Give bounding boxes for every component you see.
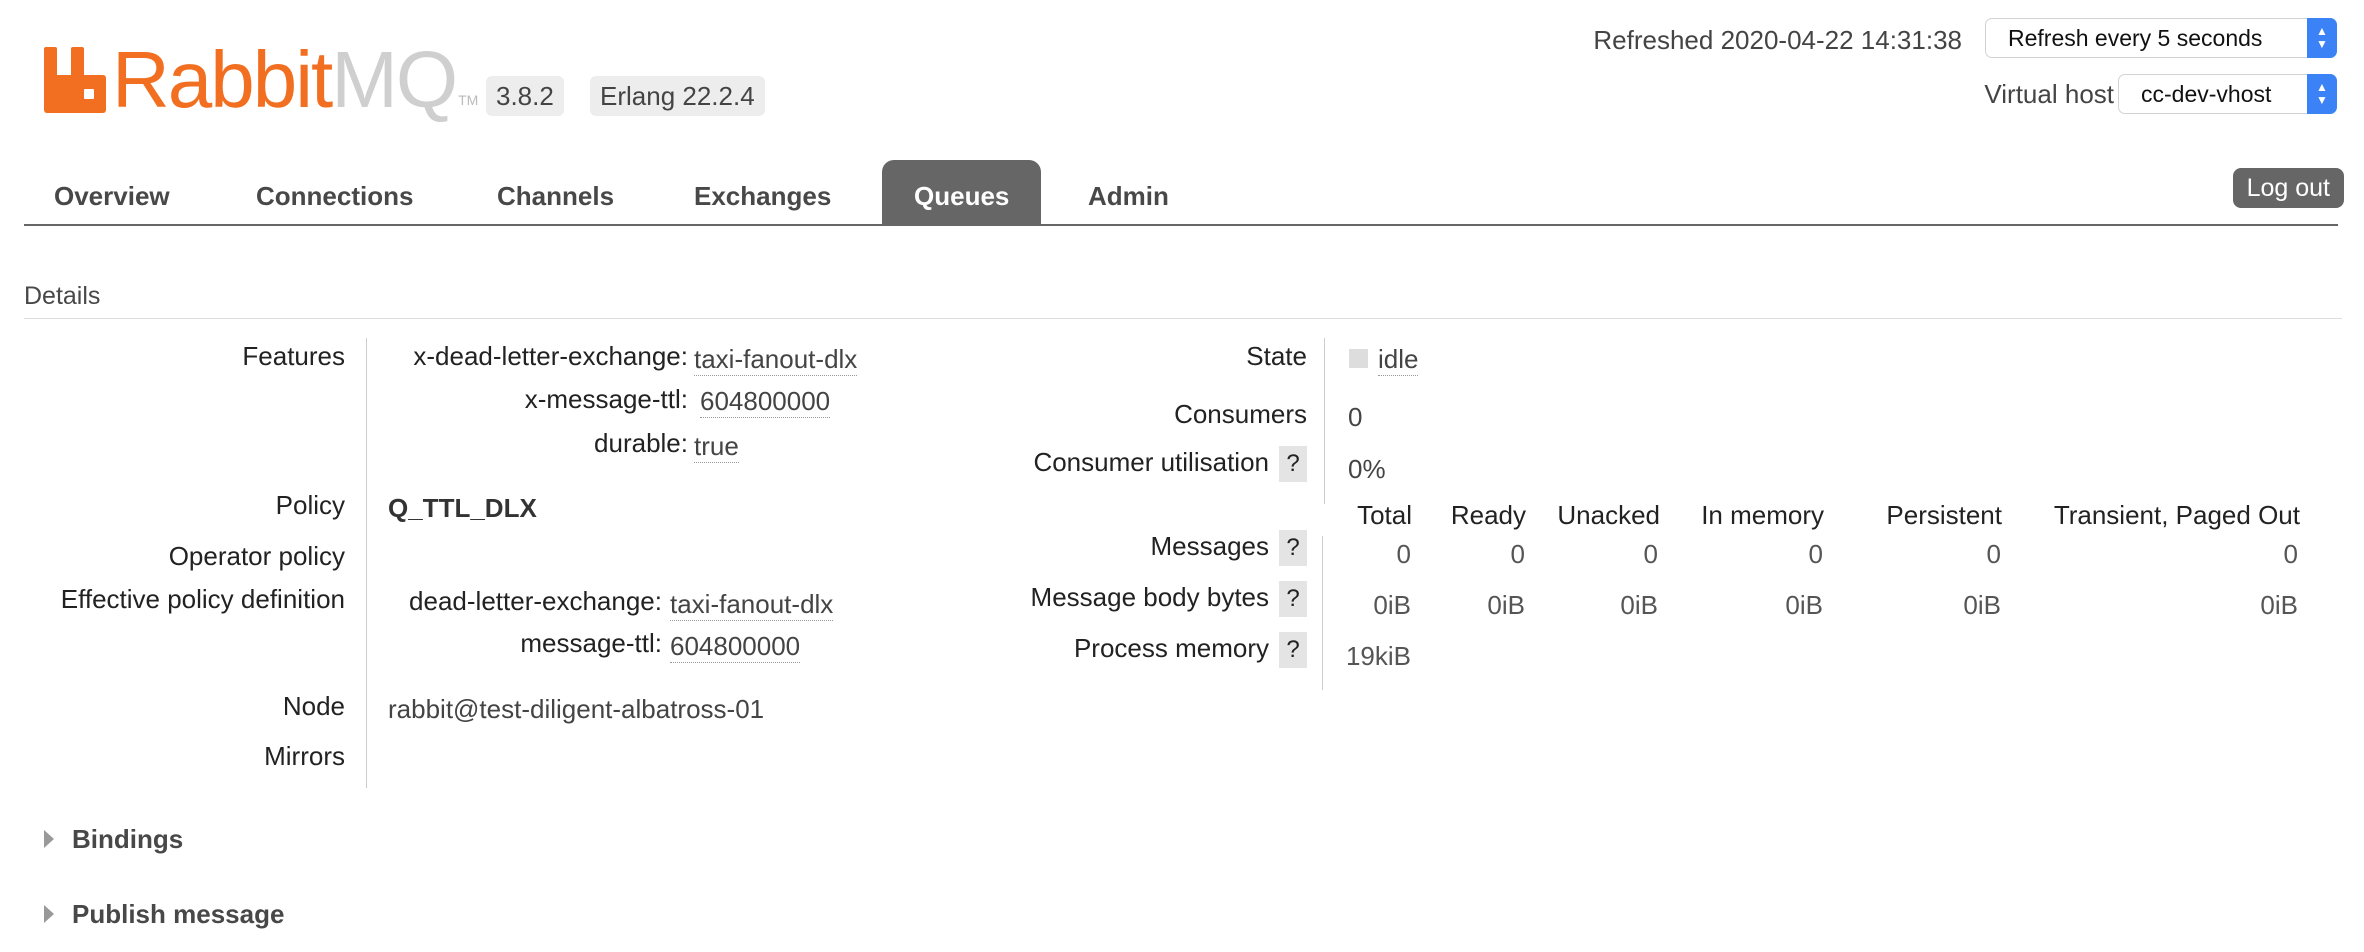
column-divider [366,338,367,788]
rabbitmq-logo: RabbitMQ TM [44,40,478,120]
tab-overview[interactable]: Overview [54,160,170,224]
rabbitmq-logo-icon [44,47,106,113]
stats-header-persistent: Persistent [1886,500,2002,530]
column-divider [1324,338,1325,504]
help-button[interactable]: ? [1279,446,1307,482]
tab-admin[interactable]: Admin [1088,160,1169,224]
messages-ready: 0 [1510,539,1525,569]
tab-channels[interactable]: Channels [497,160,614,224]
process-memory-value: 19kiB [1345,641,1411,671]
policy-value[interactable]: Q_TTL_DLX [388,493,537,524]
messages-total: 0 [1396,539,1411,569]
messages-persistent: 0 [1986,539,2001,569]
mirrors-label: Mirrors [264,741,345,771]
feature-key: x-dead-letter-exchange: [413,341,688,371]
refresh-interval-value: Refresh every 5 seconds [2008,25,2263,51]
state-indicator-icon [1349,349,1368,368]
help-button[interactable]: ? [1279,530,1307,566]
virtual-host-label: Virtual host [1984,79,2114,109]
help-button[interactable]: ? [1279,581,1307,617]
stats-header-total: Total [1357,500,1412,530]
expand-triangle-icon [44,905,54,924]
effective-policy-value: taxi-fanout-dlx [670,589,834,621]
virtual-host-value: cc-dev-vhost [2141,81,2272,107]
body-bytes-ready: 0iB [1487,590,1525,620]
node-value: rabbit@test-diligent-albatross-01 [388,694,765,724]
node-label: Node [282,691,345,721]
logo-wordmark: RabbitMQ [112,35,458,124]
message-body-bytes-label: Message body bytes? [1031,581,1307,617]
help-button[interactable]: ? [1279,632,1307,668]
consumers-value: 0 [1348,402,1363,432]
publish-message-section-toggle[interactable]: Publish message [44,899,284,930]
expand-triangle-icon [44,830,54,849]
bindings-section-toggle[interactable]: Bindings [44,824,183,855]
virtual-host-select[interactable]: cc-dev-vhost ▲ ▼ [2118,74,2337,114]
messages-unacked: 0 [1643,539,1658,569]
process-memory-label: Process memory? [1074,632,1307,668]
stats-header-ready: Ready [1450,500,1526,530]
consumer-utilisation-value: 0% [1348,454,1386,484]
feature-key: durable: [594,428,688,458]
stats-header-unacked: Unacked [1557,500,1660,530]
consumer-utilisation-label: Consumer utilisation? [1033,446,1307,482]
feature-key: x-message-ttl: [524,384,688,414]
logo-trademark: TM [458,92,479,108]
body-bytes-unacked: 0iB [1620,590,1658,620]
tab-queues[interactable]: Queues [882,160,1042,224]
state-label: State [1246,341,1307,371]
effective-policy-key: message-ttl: [520,628,662,658]
policy-label: Policy [275,490,345,520]
messages-label: Messages? [1151,530,1307,566]
effective-policy-key: dead-letter-exchange: [409,586,662,616]
erlang-version-badge: Erlang 22.2.4 [590,76,765,116]
column-divider [1322,536,1323,690]
select-arrows-icon: ▲ ▼ [2307,74,2337,114]
body-bytes-persistent: 0iB [1963,590,2001,620]
messages-transient: 0 [2283,539,2298,569]
feature-value: true [694,431,739,463]
body-bytes-in-memory: 0iB [1785,590,1823,620]
feature-value: 604800000 [700,386,831,418]
operator-policy-label: Operator policy [168,541,345,571]
select-arrows-icon: ▲ ▼ [2307,18,2337,58]
stats-header-transient-paged-out: Transient, Paged Out [2053,500,2300,530]
effective-policy-label: Effective policy definition [60,584,345,614]
logout-button[interactable]: Log out [2232,168,2344,208]
refresh-interval-select[interactable]: Refresh every 5 seconds ▲ ▼ [1985,18,2337,58]
state-value: idle [1378,344,1419,376]
body-bytes-total: 0iB [1373,590,1411,620]
tab-exchanges[interactable]: Exchanges [694,160,831,224]
main-nav: Overview Connections Channels Exchanges … [24,160,2338,226]
tab-connections[interactable]: Connections [256,160,413,224]
version-badge: 3.8.2 [486,76,564,116]
effective-policy-value: 604800000 [670,631,801,663]
body-bytes-transient: 0iB [2260,590,2298,620]
consumers-label: Consumers [1174,399,1307,429]
stats-header-in-memory: In memory [1701,500,1824,530]
messages-in-memory: 0 [1808,539,1823,569]
refreshed-timestamp: Refreshed 2020-04-22 14:31:38 [1593,25,1962,55]
details-heading: Details [24,282,101,310]
divider [24,318,2342,319]
feature-value: taxi-fanout-dlx [694,344,858,376]
features-label: Features [242,341,345,371]
